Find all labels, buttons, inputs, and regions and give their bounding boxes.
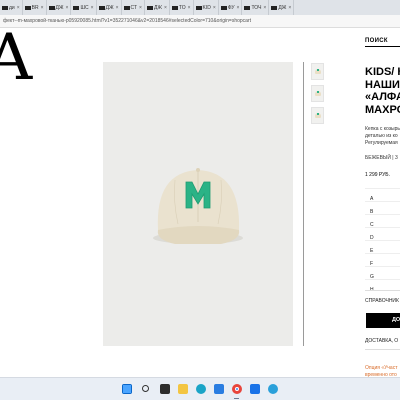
tab-label: ФУ [227,4,235,11]
browser-tab[interactable]: ШС × [71,0,97,15]
thumbnail-3[interactable] [311,107,324,124]
browser-tab[interactable]: ДЖ × [97,0,122,15]
tab-favicon-icon [2,5,8,10]
active-app-indicator [234,398,239,399]
tab-close-icon[interactable]: × [288,5,291,11]
tab-close-icon[interactable]: × [237,5,240,11]
description-line: деталью из ко [365,133,398,139]
mail-icon[interactable] [250,384,260,394]
tab-close-icon[interactable]: × [164,5,167,11]
windows-start-icon[interactable] [122,384,132,394]
tab-close-icon[interactable]: × [213,5,216,11]
taskbar [0,377,400,400]
note-line: Опция «Участ [365,365,398,371]
description-line: Кепка с козырь [365,126,400,132]
task-view-icon[interactable] [160,384,170,394]
tab-favicon-icon [195,5,202,10]
tab-label: ТОЧ [251,4,262,11]
browser-tab[interactable]: ДЖ × [145,0,170,15]
tab-favicon-icon [271,5,278,10]
tab-favicon-icon [73,5,80,10]
search-icon[interactable] [142,385,149,392]
tab-label: ТО [178,4,186,11]
tab-label: ДЖ [153,4,162,11]
tab-favicon-icon [48,5,55,10]
product-description: Кепка с козырь деталью из ко Регулируема… [365,126,400,147]
tab-favicon-icon [123,5,130,10]
tab-favicon-icon [98,5,105,10]
file-explorer-icon[interactable] [178,384,188,394]
telegram-icon[interactable] [268,384,278,394]
tab-favicon-icon [244,5,251,10]
chrome-icon[interactable] [232,384,242,394]
size-divider [365,214,400,215]
size-divider [365,266,400,267]
tab-close-icon[interactable]: × [41,5,44,11]
delivery-link[interactable]: ДОСТАВКА, О [365,338,398,344]
browser-tab[interactable]: ТО × [170,0,194,15]
size-divider [365,253,400,254]
tab-close-icon[interactable]: × [116,5,119,11]
thumbnail-1[interactable] [311,63,324,80]
reference-divider [365,290,400,291]
add-to-cart-button[interactable]: ДО [366,313,400,328]
tab-label: СТ [130,4,138,11]
product-title-line: МАХРО [365,103,400,116]
site-logo[interactable]: A [0,26,32,90]
store-icon[interactable] [214,384,224,394]
tab-close-icon[interactable]: × [188,5,191,11]
tab-close-icon[interactable]: × [66,5,69,11]
size-divider [365,279,400,280]
browser-tab-bar: ди × BR × ДЖ × ШС × ДЖ × СТ × ДЖ × ТО × KID × ФУ × ТОЧ × ДЖ × [0,0,400,15]
tab-favicon-icon [24,5,31,10]
product-image[interactable] [103,62,293,346]
product-title-line: НАШИІ [365,78,400,91]
size-divider [365,227,400,228]
product-title-line: «АЛФА [365,91,400,103]
edge-browser-icon[interactable] [196,384,206,394]
tab-favicon-icon [171,5,178,10]
product-color: БЕЖЕВЫЙ | 3 [365,155,398,161]
tab-label: ди [9,4,15,11]
tab-label: BR [31,4,39,11]
tab-label: ДЖ [105,4,114,11]
tab-close-icon[interactable]: × [17,5,20,11]
browser-tab[interactable]: СТ × [122,0,145,15]
tab-favicon-icon [146,5,153,10]
browser-tab[interactable]: KID × [194,0,219,15]
tab-favicon-icon [220,5,227,10]
size-divider [365,188,400,189]
browser-tab[interactable]: ДЖ × [269,0,295,15]
size-guide-link[interactable]: СПРАВОЧНИК [365,298,399,304]
browser-tab[interactable]: ТОЧ × [242,0,270,15]
search-underline [365,46,400,47]
tab-close-icon[interactable]: × [263,5,266,11]
size-divider [365,201,400,202]
product-price: 1 299 РУБ. [365,172,390,178]
tab-label: KID [202,4,211,11]
tab-label: ШС [80,4,89,11]
tab-label: ДЖ [278,4,287,11]
cap-image [153,168,243,244]
browser-tab[interactable]: ди × [0,0,23,15]
description-line: Регулируемая [365,140,398,146]
browser-tab[interactable]: ФУ × [219,0,243,15]
tab-label: ДЖ [55,4,64,11]
tab-close-icon[interactable]: × [91,5,94,11]
browser-tab[interactable]: BR × [23,0,47,15]
tab-close-icon[interactable]: × [139,5,142,11]
product-title: KIDS/ К НАШИІ «АЛФА МАХРО [365,66,400,116]
address-bar[interactable]: фект--m-махровой-тканью-p05920085.html?v… [0,15,400,28]
thumbnail-2[interactable] [311,85,324,102]
delivery-divider [365,349,400,350]
size-divider [365,240,400,241]
product-title-line: KIDS/ К [365,66,400,78]
browser-tab[interactable]: ДЖ × [47,0,72,15]
gallery-divider [303,62,304,346]
search-link[interactable]: ПОИСК [365,38,388,44]
